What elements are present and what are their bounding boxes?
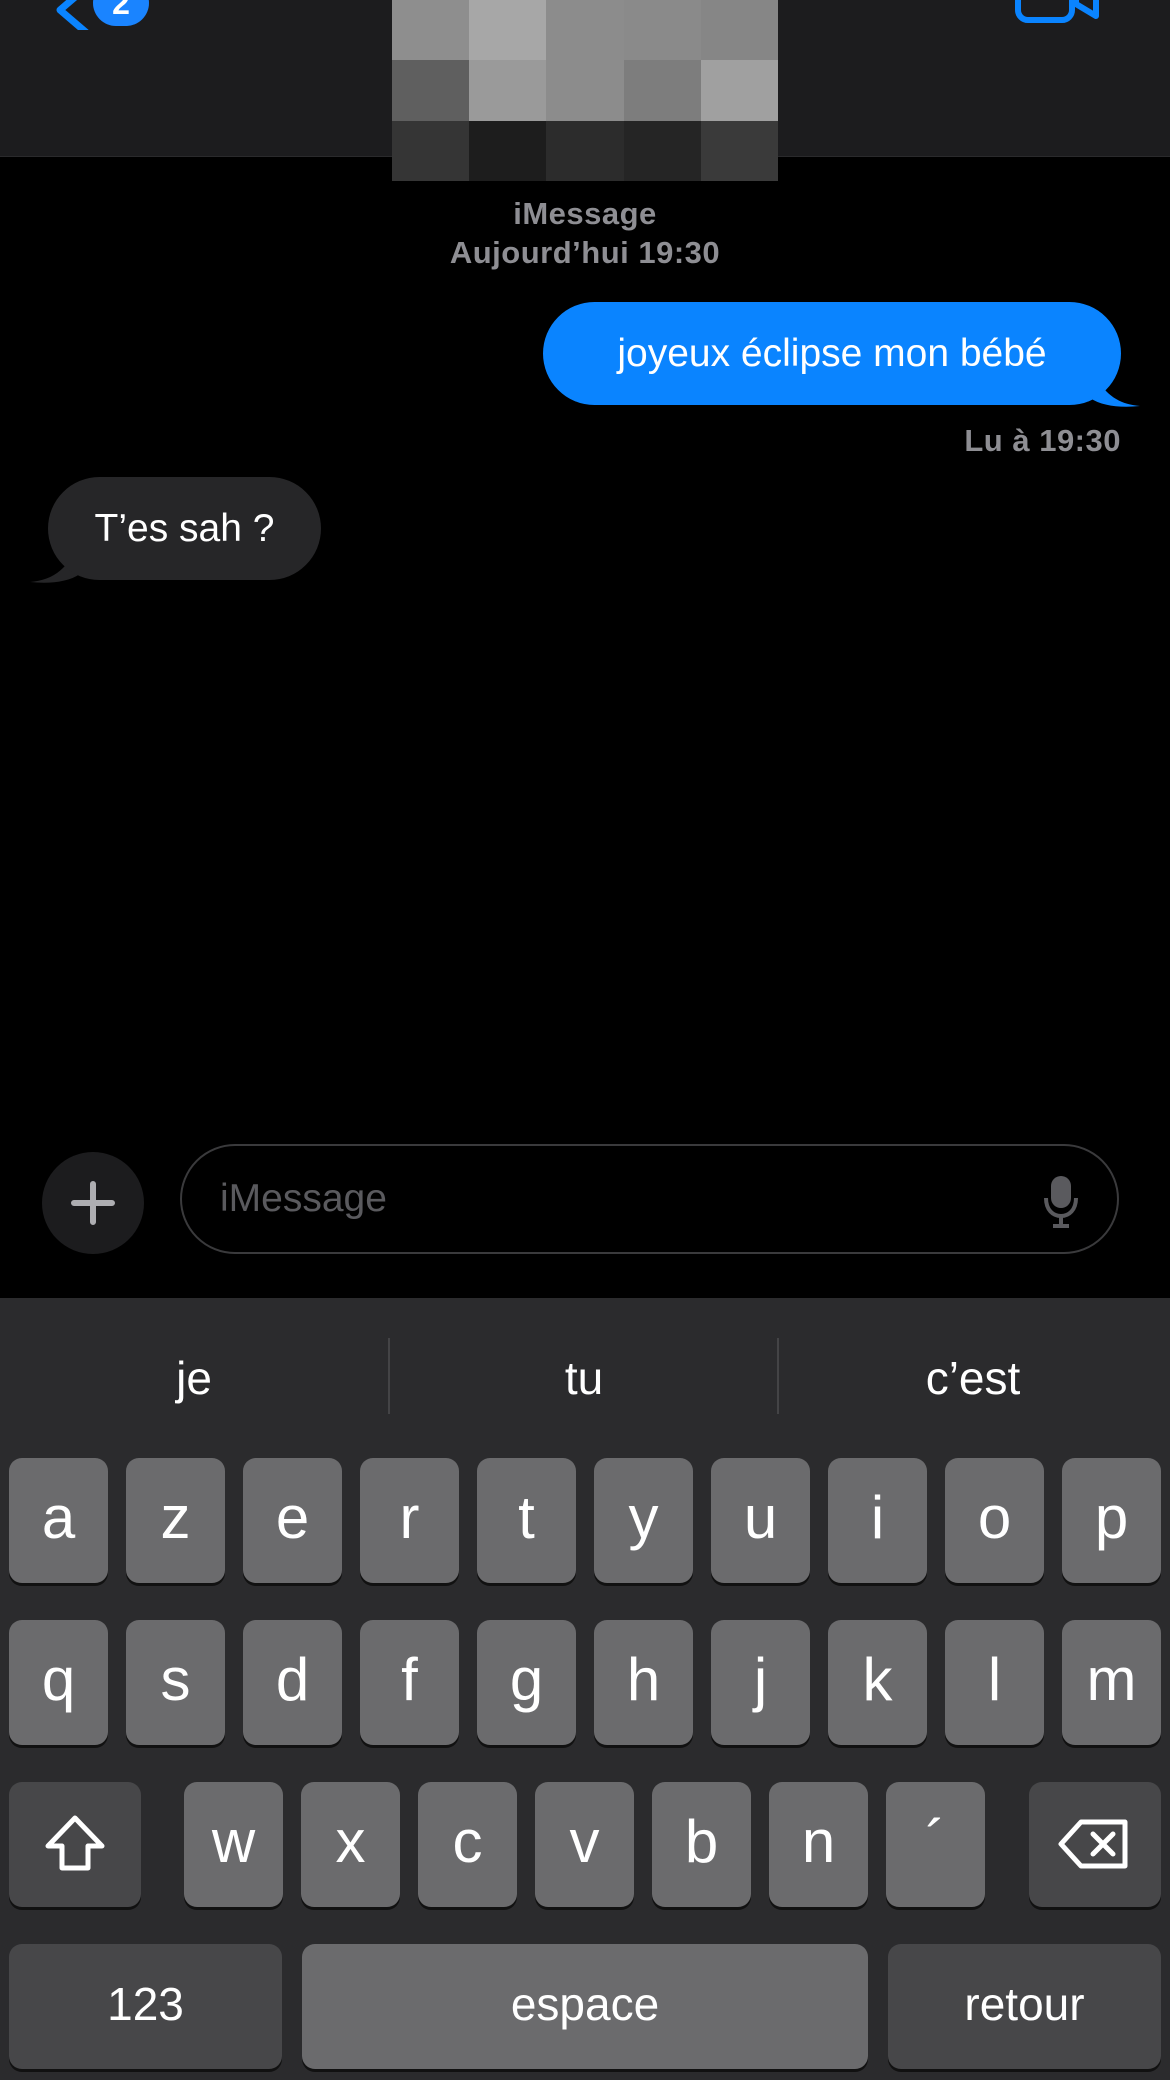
- key-d[interactable]: d: [243, 1620, 342, 1745]
- prediction-2[interactable]: tu: [390, 1338, 778, 1418]
- key-i[interactable]: i: [828, 1458, 927, 1583]
- message-input[interactable]: iMessage: [180, 1144, 1119, 1254]
- key-h[interactable]: h: [594, 1620, 693, 1745]
- key-p[interactable]: p: [1062, 1458, 1161, 1583]
- key-g[interactable]: g: [477, 1620, 576, 1745]
- key-s[interactable]: s: [126, 1620, 225, 1745]
- key-l[interactable]: l: [945, 1620, 1044, 1745]
- message-input-placeholder: iMessage: [220, 1177, 387, 1220]
- incoming-message-bubble[interactable]: T’es sah ?: [48, 477, 321, 580]
- key-j[interactable]: j: [711, 1620, 810, 1745]
- delete-key[interactable]: [1029, 1782, 1161, 1907]
- key-q[interactable]: q: [9, 1620, 108, 1745]
- read-receipt: Lu à 19:30: [964, 423, 1121, 458]
- conversation-header: 2: [0, 0, 1170, 181]
- apps-plus-button[interactable]: [42, 1152, 144, 1254]
- key-y[interactable]: y: [594, 1458, 693, 1583]
- space-key[interactable]: espace: [302, 1944, 868, 2069]
- key-r[interactable]: r: [360, 1458, 459, 1583]
- numbers-key[interactable]: 123: [9, 1944, 282, 2069]
- key-u[interactable]: u: [711, 1458, 810, 1583]
- key-k[interactable]: k: [828, 1620, 927, 1745]
- key-b[interactable]: b: [652, 1782, 751, 1907]
- prediction-1[interactable]: je: [0, 1338, 388, 1418]
- conversation-date: Aujourd’hui 19:30: [449, 235, 721, 270]
- contact-avatar[interactable]: [392, 0, 778, 181]
- key-e[interactable]: e: [243, 1458, 342, 1583]
- key-w[interactable]: w: [184, 1782, 283, 1907]
- microphone-icon[interactable]: [1043, 1174, 1079, 1228]
- shift-key[interactable]: [9, 1782, 141, 1907]
- key-a[interactable]: a: [9, 1458, 108, 1583]
- service-label: iMessage: [513, 196, 657, 231]
- key-c[interactable]: c: [418, 1782, 517, 1907]
- outgoing-message-bubble[interactable]: joyeux éclipse mon bébé: [543, 302, 1121, 405]
- key-f[interactable]: f: [360, 1620, 459, 1745]
- delete-icon: [1058, 1819, 1128, 1869]
- return-key[interactable]: retour: [888, 1944, 1161, 2069]
- key-n[interactable]: n: [769, 1782, 868, 1907]
- key-o[interactable]: o: [945, 1458, 1044, 1583]
- plus-icon: [71, 1181, 115, 1225]
- video-camera-icon[interactable]: [1014, 0, 1100, 26]
- key-t[interactable]: t: [477, 1458, 576, 1583]
- key-x[interactable]: x: [301, 1782, 400, 1907]
- key-z[interactable]: z: [126, 1458, 225, 1583]
- key-m[interactable]: m: [1062, 1620, 1161, 1745]
- keyboard: je tu c’est a z e r t y u i o p q s d f …: [0, 1298, 1170, 2080]
- prediction-3[interactable]: c’est: [779, 1338, 1167, 1418]
- shift-icon: [45, 1815, 105, 1871]
- key-v[interactable]: v: [535, 1782, 634, 1907]
- key-acute-accent[interactable]: ´: [886, 1782, 985, 1907]
